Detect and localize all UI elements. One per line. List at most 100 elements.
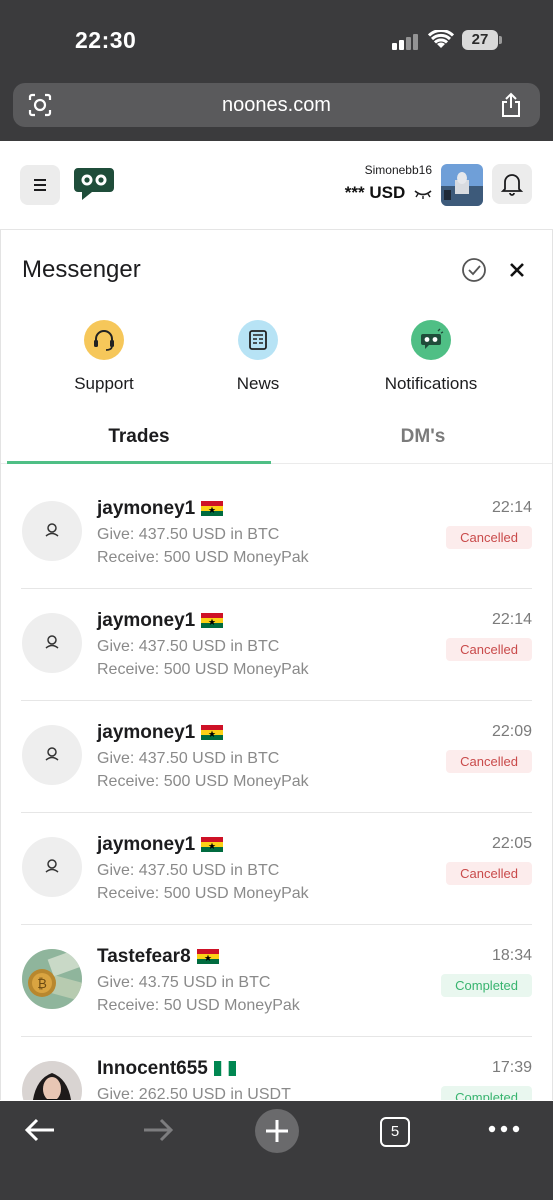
default-avatar-icon (45, 523, 59, 537)
trade-time: 22:14 (491, 499, 532, 516)
ghana-flag-icon (201, 725, 224, 741)
conversation-item[interactable]: jaymoney1 Give: 437.50 USD in BTC Receive:… (1, 478, 552, 589)
close-icon[interactable] (506, 259, 528, 281)
trade-time: 22:09 (491, 723, 532, 740)
browser-bottom-toolbar: 5 (0, 1101, 553, 1200)
support-button[interactable]: Support (29, 320, 179, 394)
trade-receive: Receive: 500 USD MoneyPak (97, 885, 309, 902)
eye-hidden-icon[interactable] (414, 188, 432, 200)
active-tab-indicator (7, 461, 271, 464)
notifications-button[interactable] (492, 164, 532, 204)
ghana-flag-icon (196, 949, 219, 965)
trade-give: Give: 437.50 USD in BTC (97, 638, 280, 655)
battery-level: 27 (471, 31, 489, 48)
share-icon[interactable] (499, 92, 523, 118)
notifications-tab-button[interactable]: Notifications (356, 320, 506, 394)
row-divider (21, 588, 532, 589)
messenger-panel: Messenger Support News Notifications Tra… (0, 230, 553, 1100)
trader-name-text: jaymoney1 (97, 610, 196, 631)
address-bar[interactable]: noones.com (13, 83, 540, 127)
headset-icon (84, 320, 124, 360)
news-button[interactable]: News (183, 320, 333, 394)
row-divider (21, 700, 532, 701)
url-text: noones.com (222, 94, 331, 116)
trader-name: jaymoney1 (97, 834, 224, 856)
trade-give: Give: 43.75 USD in BTC (97, 974, 271, 991)
bell-chat-icon (411, 320, 451, 360)
support-label: Support (74, 374, 134, 393)
conversation-avatar (22, 837, 82, 897)
user-avatar[interactable] (441, 164, 483, 206)
balance-text: *** USD (344, 183, 406, 202)
nigeria-flag-icon (213, 1061, 236, 1077)
conversation-item[interactable]: jaymoney1 Give: 437.50 USD in BTC Receive:… (1, 702, 552, 813)
more-options-icon[interactable] (488, 1124, 520, 1134)
newspaper-icon (238, 320, 278, 360)
hamburger-menu-button[interactable] (20, 165, 60, 205)
conversation-avatar (22, 501, 82, 561)
row-divider (21, 1036, 532, 1037)
ghana-flag-icon (201, 837, 224, 853)
trader-name: jaymoney1 (97, 610, 224, 632)
browser-top-chrome: 22:30 27 noones.com (0, 0, 553, 141)
row-divider (21, 924, 532, 925)
trade-time: 18:34 (491, 947, 532, 964)
trade-status-badge: Cancelled (446, 638, 532, 661)
trader-name-text: jaymoney1 (97, 498, 196, 519)
trader-name-text: jaymoney1 (97, 722, 196, 743)
tab-dms[interactable]: DM's (291, 426, 552, 448)
battery-icon: 27 (462, 30, 498, 50)
trade-receive: Receive: 500 USD MoneyPak (97, 661, 309, 678)
trader-name-text: jaymoney1 (97, 834, 196, 855)
notifications-label: Notifications (384, 374, 478, 393)
default-avatar-icon (45, 747, 59, 761)
conversation-item[interactable]: ₿ Tastefear8 Give: 43.75 USD in BTC Receive… (1, 926, 552, 1037)
bell-icon (500, 174, 524, 196)
trade-receive: Receive: 500 USD MoneyPak (97, 549, 309, 566)
conversation-avatar (22, 613, 82, 673)
tab-trades[interactable]: Trades (7, 426, 271, 448)
back-arrow-icon[interactable] (24, 1117, 56, 1143)
news-label: News (236, 374, 280, 393)
mark-all-read-icon[interactable] (461, 257, 487, 283)
trade-status-badge: Cancelled (446, 526, 532, 549)
trader-name: Innocent655 (97, 1058, 236, 1080)
trader-name: jaymoney1 (97, 498, 224, 520)
forward-arrow-icon[interactable] (142, 1117, 174, 1143)
trade-receive: Receive: 500 USD MoneyPak (97, 773, 309, 790)
trader-name: jaymoney1 (97, 722, 224, 744)
trade-status-badge: Completed (441, 1086, 532, 1100)
trade-receive: Receive: 50 USD MoneyPak (97, 997, 300, 1014)
trader-name-text: Innocent655 (97, 1058, 208, 1079)
wifi-icon (428, 30, 454, 48)
account-balance[interactable]: *** USD (345, 183, 432, 203)
trader-name: Tastefear8 (97, 946, 219, 968)
account-username: Simonebb16 (364, 163, 432, 177)
trade-give: Give: 437.50 USD in BTC (97, 862, 280, 879)
default-avatar-icon (45, 635, 59, 649)
conversation-item[interactable]: Innocent655 Give: 262.50 USD in USDT 17:39… (1, 1038, 552, 1100)
battery-tip (499, 36, 502, 44)
avatar-image (441, 164, 483, 206)
hamburger-icon (34, 179, 46, 191)
trade-time: 22:05 (491, 835, 532, 852)
new-tab-plus-icon[interactable] (254, 1108, 300, 1154)
noones-logo-icon[interactable] (72, 166, 116, 202)
conversation-item[interactable]: jaymoney1 Give: 437.50 USD in BTC Receive:… (1, 814, 552, 925)
tab-switcher-button[interactable]: 5 (380, 1117, 410, 1147)
trade-status-badge: Completed (441, 974, 532, 997)
default-avatar-icon (45, 859, 59, 873)
trade-give: Give: 437.50 USD in BTC (97, 750, 280, 767)
conversation-item[interactable]: jaymoney1 Give: 437.50 USD in BTC Receive:… (1, 590, 552, 701)
conversation-avatar (22, 725, 82, 785)
messenger-title: Messenger (22, 256, 141, 283)
row-divider (21, 812, 532, 813)
bitcoin-photo-avatar: ₿ (22, 949, 82, 1009)
portrait-photo-avatar (22, 1061, 82, 1100)
trade-give: Give: 437.50 USD in BTC (97, 526, 280, 543)
conversation-avatar (22, 1061, 82, 1100)
ghana-flag-icon (201, 613, 224, 629)
site-header: Simonebb16 *** USD (0, 141, 553, 230)
conversation-avatar: ₿ (22, 949, 82, 1009)
trade-status-badge: Cancelled (446, 862, 532, 885)
